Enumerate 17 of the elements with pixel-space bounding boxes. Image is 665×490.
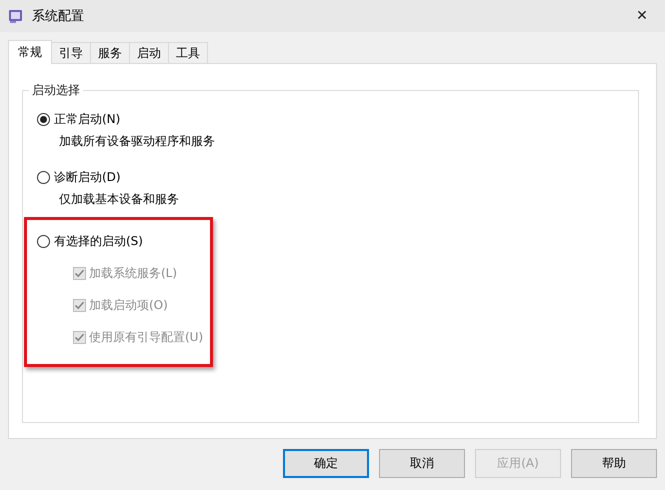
radio-option[interactable]: 诊断启动(D) [37,167,638,187]
radio-option[interactable]: 正常启动(N) [37,109,638,129]
app-icon [8,8,24,24]
radio-button[interactable] [37,112,50,126]
radio-button[interactable] [37,170,50,184]
option-description: 加载所有设备驱动程序和服务 [58,133,216,150]
radio-button[interactable] [37,234,50,248]
dialog-button[interactable]: 帮助 [571,449,657,478]
dialog-button[interactable]: 取消 [379,449,465,478]
dialog-button[interactable]: 确定 [283,449,369,478]
option-description: 仅加载基本设备和服务 [58,191,180,208]
window-title: 系统配置 [32,8,84,25]
tab[interactable]: 工具 [168,42,208,63]
tab[interactable]: 常规 [8,40,52,64]
radio-option[interactable]: 有选择的启动(S) [37,231,638,251]
close-button[interactable]: ✕ [619,0,665,32]
group-title: 启动选择 [29,82,83,99]
